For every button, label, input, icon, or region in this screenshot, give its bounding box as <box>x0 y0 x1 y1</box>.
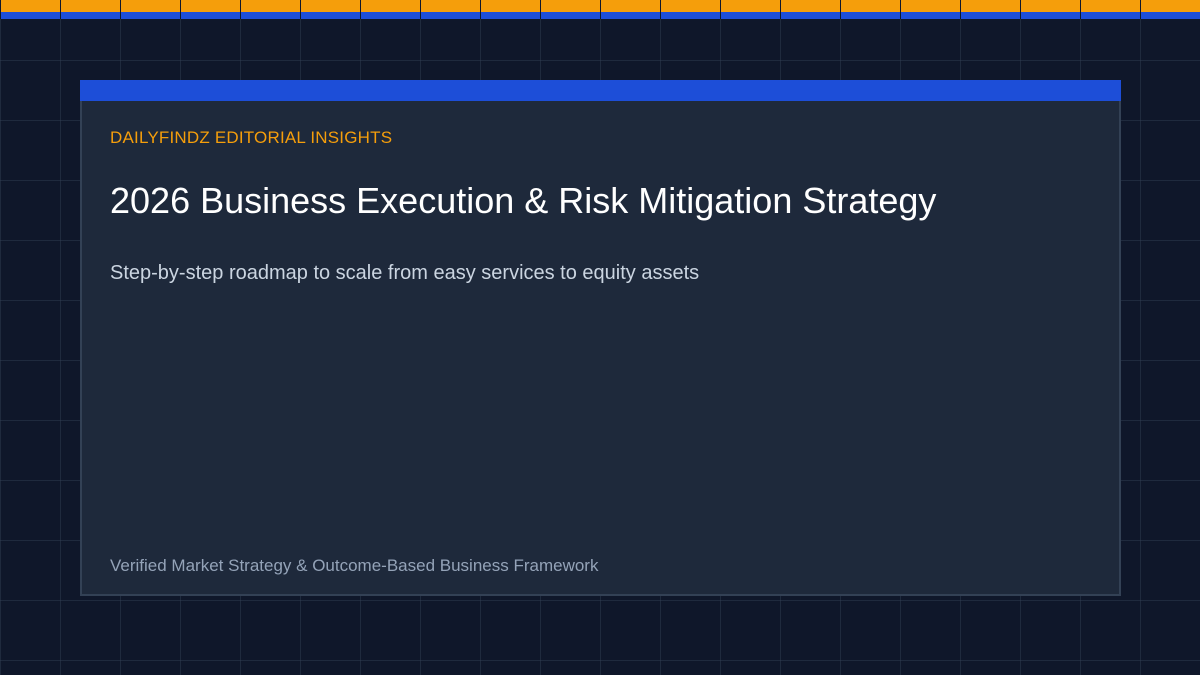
top-stripe-blue <box>0 12 1200 19</box>
page-title: 2026 Business Execution & Risk Mitigatio… <box>110 180 937 221</box>
card-accent-bar <box>80 80 1121 101</box>
footer-note: Verified Market Strategy & Outcome-Based… <box>110 556 599 575</box>
title-card: DAILYFINDZ EDITORIAL INSIGHTS 2026 Busin… <box>80 80 1121 596</box>
kicker-label: DAILYFINDZ EDITORIAL INSIGHTS <box>110 128 393 147</box>
subtitle: Step-by-step roadmap to scale from easy … <box>110 262 700 284</box>
page-canvas: { "kicker": "DAILYFINDZ EDITORIAL INSIGH… <box>0 0 1200 675</box>
top-stripe-orange <box>0 0 1200 12</box>
top-accent-stripe <box>0 0 1200 19</box>
